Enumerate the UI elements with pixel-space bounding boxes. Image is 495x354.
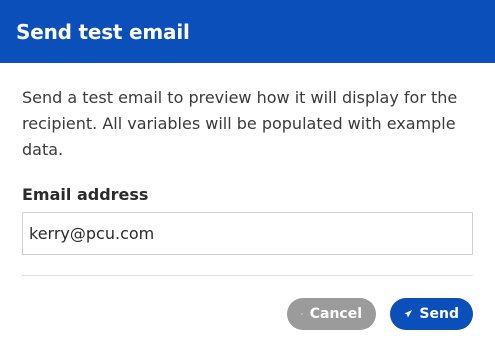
- cancel-button[interactable]: Cancel: [287, 298, 376, 330]
- dialog-body: Send a test email to preview how it will…: [0, 63, 495, 255]
- send-button[interactable]: Send: [390, 298, 473, 330]
- send-button-label: Send: [419, 306, 459, 322]
- dialog-footer: Cancel Send: [287, 298, 473, 330]
- dialog-title: Send test email: [16, 19, 190, 44]
- cancel-button-label: Cancel: [309, 306, 362, 322]
- email-address-input[interactable]: [22, 212, 473, 255]
- dialog-header: Send test email: [0, 0, 495, 63]
- dialog-description: Send a test email to preview how it will…: [22, 88, 458, 159]
- send-test-email-dialog: Send test email Send a test email to pre…: [0, 0, 495, 354]
- close-icon: [301, 308, 303, 320]
- email-address-label: Email address: [22, 185, 149, 204]
- paper-plane-icon: [404, 308, 413, 320]
- footer-divider: [22, 275, 473, 276]
